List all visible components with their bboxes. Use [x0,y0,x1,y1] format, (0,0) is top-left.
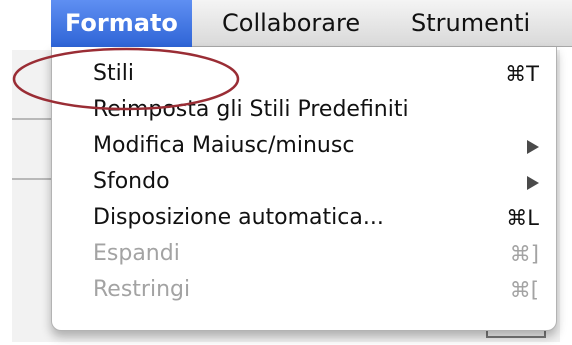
menu-formato[interactable]: Formato [51,0,192,47]
menu-item-disposizione-automatica[interactable]: Disposizione automatica... ⌘L [93,201,539,235]
menu-item-label: Espandi [93,241,180,266]
menu-item-restringi: Restringi ⌘[ [93,273,539,307]
menu-item-label: Stili [93,61,134,86]
shortcut-command-l: ⌘L [506,206,539,230]
menu-item-label: Modifica Maiusc/minusc [93,133,355,158]
shortcut-command-bracket-left: ⌘[ [509,278,539,302]
shortcut-command-t: ⌘T [505,62,539,86]
menu-strumenti[interactable]: Strumenti [411,0,530,47]
submenu-arrow-icon [527,140,539,154]
menu-item-stili[interactable]: Stili ⌘T [93,57,539,91]
menu-item-modifica-maiusc[interactable]: Modifica Maiusc/minusc [93,129,539,163]
menu-item-label: Restringi [93,277,191,302]
screenshot-stage: Formato Collaborare Strumenti Stili ⌘T R… [0,0,572,345]
menu-item-label: Disposizione automatica... [93,205,384,230]
menu-bar: Formato Collaborare Strumenti [51,0,572,47]
menu-item-label: Sfondo [93,169,170,194]
menu-collaborare[interactable]: Collaborare [222,0,360,47]
menu-item-sfondo[interactable]: Sfondo [93,165,539,199]
shortcut-command-bracket-right: ⌘] [509,242,539,266]
formato-dropdown-menu: Stili ⌘T Reimposta gli Stili Predefiniti… [51,47,557,331]
menu-item-reimposta-stili[interactable]: Reimposta gli Stili Predefiniti [93,93,539,127]
menu-item-espandi: Espandi ⌘] [93,237,539,271]
submenu-arrow-icon [527,176,539,190]
menu-item-label: Reimposta gli Stili Predefiniti [93,97,409,122]
